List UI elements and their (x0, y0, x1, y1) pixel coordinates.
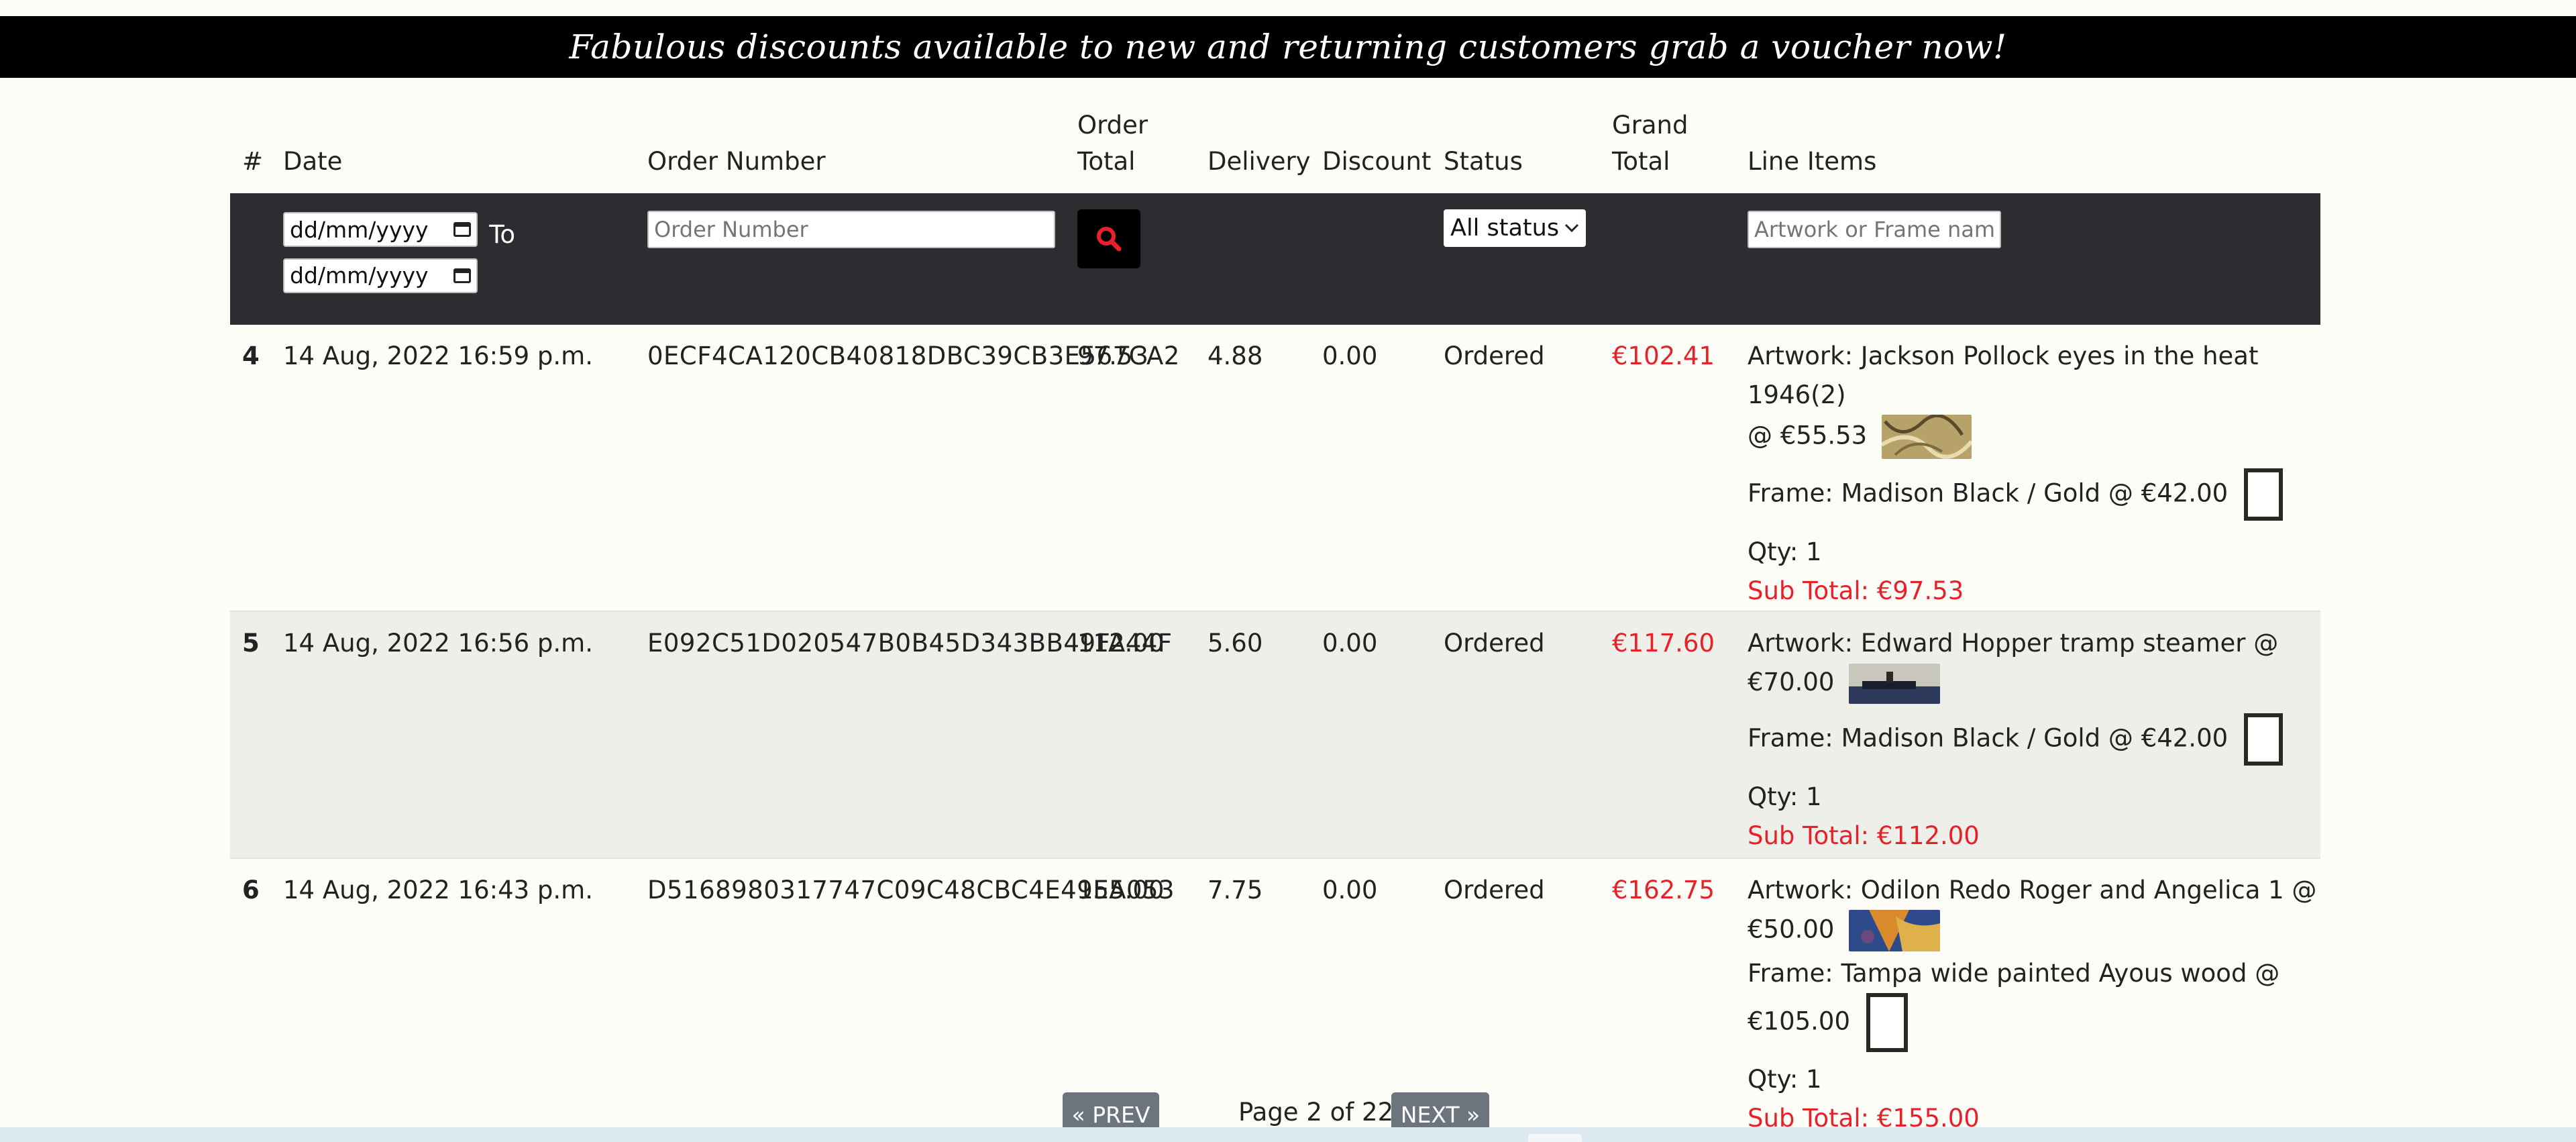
frame-text: Frame: Madison Black / Gold @ €42.00 (1748, 723, 2229, 752)
table-row: 5 14 Aug, 2022 16:56 p.m. E092C51D020547… (230, 611, 2320, 859)
delivery: 5.60 (1195, 611, 1310, 859)
date-to-label: To (489, 219, 516, 249)
search-button-cell (1065, 193, 1195, 325)
discount: 0.00 (1310, 611, 1432, 859)
order-number: 0ECF4CA120CB40818DBC39CB3E567CA2 (635, 325, 1179, 612)
quantity: Qty: 1 (1748, 537, 1822, 566)
status-select-value: All status (1450, 215, 1560, 242)
calendar-icon (453, 222, 471, 237)
order-number-search-input[interactable] (647, 211, 1055, 248)
orders-table: # Date Order Number Order Total Delivery… (230, 78, 2320, 1141)
pagination: « PREV Page 2 of 22 NEXT » (0, 1092, 2576, 1133)
artwork-text: Artwork: Edward Hopper tramp steamer @ (1748, 629, 2279, 658)
frame-thumbnail[interactable] (2243, 468, 2283, 521)
frame-line: Frame: Madison Black / Gold @ €42.00 (1748, 713, 2320, 766)
artwork-price: €50.00 (1748, 915, 1835, 944)
status-select[interactable]: All status (1444, 209, 1586, 247)
chevron-down-icon (1564, 223, 1579, 233)
status: Ordered (1432, 611, 1600, 859)
search-icon (1097, 227, 1122, 252)
frame-line: Frame: Madison Black / Gold @ €42.00 (1748, 468, 2320, 521)
order-total: 112.00 (1065, 611, 1195, 859)
date-to-placeholder: dd/mm/yyyy (290, 262, 429, 289)
artwork-line: Artwork: Odilon Redo Roger and Angelica … (1748, 871, 2320, 951)
promo-banner-text: Fabulous discounts available to new and … (569, 28, 2007, 66)
table-row: 4 14 Aug, 2022 16:59 p.m. 0ECF4CA120CB40… (230, 325, 2320, 612)
frame-text: Frame: Tampa wide painted Ayous wood @ (1748, 959, 2280, 988)
row-number: 4 (230, 325, 271, 612)
date-from-placeholder: dd/mm/yyyy (290, 216, 429, 243)
order-number: E092C51D020547B0B45D343BB49FA44F (635, 611, 1172, 859)
filter-row: dd/mm/yyyy To dd/mm/yyyy Order Number Al… (230, 193, 2320, 325)
back-to-top-tab[interactable] (1528, 1134, 1582, 1142)
date-to-input[interactable]: dd/mm/yyyy (283, 258, 478, 293)
status: Ordered (1432, 325, 1600, 612)
artwork-text: Artwork: Jackson Pollock eyes in the hea… (1748, 342, 2259, 409)
col-header-grand-total: Grand Total (1612, 111, 1688, 176)
discount: 0.00 (1310, 325, 1432, 612)
artwork-line: Artwork: Jackson Pollock eyes in the hea… (1748, 337, 2320, 459)
col-header-date: Date (283, 147, 343, 176)
page-indicator: Page 2 of 22 (1238, 1098, 1394, 1127)
artwork-thumbnail[interactable] (1849, 663, 1941, 704)
col-header-num: # (242, 147, 264, 176)
date-from-input[interactable]: dd/mm/yyyy (283, 212, 478, 247)
order-number-filter-cell (635, 193, 1065, 325)
row-number: 5 (230, 611, 271, 859)
artwork-line: Artwork: Edward Hopper tramp steamer @ €… (1748, 624, 2320, 704)
col-header-discount: Discount (1322, 147, 1432, 176)
header-row: # Date Order Number Order Total Delivery… (230, 78, 2320, 193)
line-subtotal: Sub Total: €112.00 (1748, 821, 1980, 850)
grand-total: €117.60 (1600, 611, 1735, 859)
delivery: 4.88 (1195, 325, 1310, 612)
col-header-order-total: Order Total (1077, 111, 1148, 176)
artwork-thumbnail[interactable] (1882, 415, 1972, 459)
order-date: 14 Aug, 2022 16:56 p.m. (271, 611, 635, 859)
artwork-price: €70.00 (1748, 668, 1835, 696)
line-items-filter-cell (1735, 193, 2320, 325)
date-filter-cell: dd/mm/yyyy To dd/mm/yyyy (271, 193, 635, 325)
artwork-thumbnail[interactable] (1849, 910, 1941, 951)
col-header-status: Status (1444, 147, 1523, 176)
order-date: 14 Aug, 2022 16:59 p.m. (271, 325, 635, 612)
line-items: Artwork: Jackson Pollock eyes in the hea… (1735, 325, 2320, 612)
status-filter-cell: All status (1432, 193, 1600, 325)
artwork-text: Artwork: Odilon Redo Roger and Angelica … (1748, 876, 2317, 904)
frame-line: Frame: Tampa wide painted Ayous wood @ €… (1748, 954, 2320, 1052)
line-items: Artwork: Edward Hopper tramp steamer @ €… (1735, 611, 2320, 859)
next-page-button[interactable]: NEXT » (1391, 1092, 1489, 1133)
line-items-search-input[interactable] (1748, 211, 2001, 248)
frame-thumbnail[interactable] (1866, 993, 1908, 1052)
calendar-icon (453, 268, 471, 283)
search-button[interactable] (1077, 209, 1140, 268)
footer-strip (0, 1127, 2576, 1142)
col-header-order-number: Order Number (647, 147, 826, 176)
artwork-price: @ €55.53 (1748, 421, 1868, 450)
grand-total: €102.41 (1600, 325, 1735, 612)
prev-page-button[interactable]: « PREV (1063, 1092, 1159, 1133)
frame-price: €105.00 (1748, 1006, 1851, 1036)
col-header-delivery: Delivery (1208, 147, 1311, 176)
orders-table-wrapper: # Date Order Number Order Total Delivery… (230, 78, 2320, 1141)
frame-text: Frame: Madison Black / Gold @ €42.00 (1748, 478, 2229, 508)
quantity: Qty: 1 (1748, 782, 1822, 811)
frame-thumbnail[interactable] (2243, 713, 2283, 766)
promo-banner: Fabulous discounts available to new and … (0, 16, 2576, 78)
line-subtotal: Sub Total: €97.53 (1748, 576, 1964, 605)
col-header-line-items: Line Items (1748, 147, 1877, 176)
